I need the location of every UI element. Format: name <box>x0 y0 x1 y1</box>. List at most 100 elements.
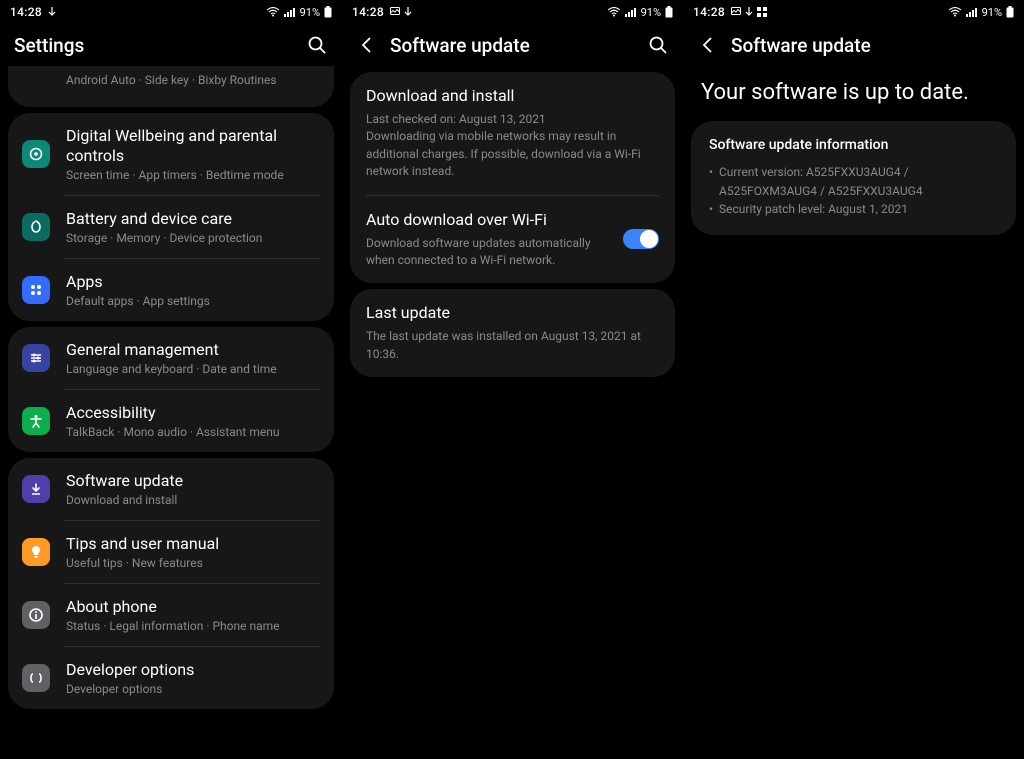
settings-item[interactable]: About phone Status · Legal information · … <box>8 584 334 646</box>
row-title: Tips and user manual <box>66 534 320 554</box>
settings-item[interactable]: Accessibility TalkBack · Mono audio · Ass… <box>8 390 334 452</box>
status-time: 14:28 <box>352 5 384 19</box>
item-title: Auto download over Wi-Fi <box>366 210 611 229</box>
page-title: Settings <box>14 34 84 57</box>
status-notif-icons <box>731 7 767 17</box>
settings-item[interactable]: Digital Wellbeing and parental controls S… <box>8 113 334 195</box>
status-right: 91% <box>607 6 673 19</box>
about-icon <box>22 601 50 629</box>
status-time: 14:28 <box>693 5 725 19</box>
title-bar: Software update <box>342 24 683 66</box>
info-bullet: Security patch level: August 1, 2021 <box>709 200 998 219</box>
software-update-screen: 14:28 91% Software update Download and i… <box>342 0 683 759</box>
chevron-left-icon <box>358 36 376 54</box>
search-icon <box>307 35 327 55</box>
status-battery: 91% <box>641 6 661 19</box>
signal-icon <box>966 7 978 17</box>
status-battery: 91% <box>982 6 1002 19</box>
settings-screen: 14:28 91% Settings Android Auto · Side k… <box>0 0 342 759</box>
last-update-item[interactable]: Last update The last update was installe… <box>350 289 675 377</box>
info-title: Software update information <box>709 137 998 153</box>
item-title: Download and install <box>366 86 659 105</box>
status-bar: 14:28 91% <box>342 0 683 24</box>
settings-card-group: Digital Wellbeing and parental controls S… <box>8 113 334 321</box>
page-title: Software update <box>390 34 530 57</box>
wellbeing-icon <box>22 140 50 168</box>
wifi-icon <box>948 7 962 17</box>
settings-item-advanced[interactable]: Android Auto · Side key · Bixby Routines <box>8 66 334 107</box>
row-title: Software update <box>66 471 320 491</box>
row-sub: Language and keyboard · Date and time <box>66 362 320 376</box>
item-sub: Download software updates automatically … <box>366 235 611 270</box>
back-button[interactable] <box>697 34 719 56</box>
general-icon <box>22 344 50 372</box>
auto-download-item[interactable]: Auto download over Wi-Fi Download softwa… <box>350 196 675 284</box>
settings-item[interactable]: General management Language and keyboard … <box>8 327 334 389</box>
up-to-date-heading: Your software is up to date. <box>683 66 1024 115</box>
status-battery: 91% <box>300 6 320 19</box>
row-sub: Status · Legal information · Phone name <box>66 619 320 633</box>
dev-icon <box>22 664 50 692</box>
update-options-card: Download and install Last checked on: Au… <box>350 72 675 283</box>
download-install-item[interactable]: Download and install Last checked on: Au… <box>350 72 675 195</box>
signal-icon <box>625 7 637 17</box>
search-button[interactable] <box>647 34 669 56</box>
row-title: Battery and device care <box>66 209 320 229</box>
auto-download-toggle[interactable] <box>623 229 659 249</box>
item-sub: Last checked on: August 13, 2021 Downloa… <box>366 111 659 181</box>
page-title: Software update <box>731 34 871 57</box>
status-bar: 14:28 91% <box>683 0 1024 24</box>
row-sub: Android Auto · Side key · Bixby Routines <box>66 73 320 87</box>
search-icon <box>648 35 668 55</box>
settings-card-group: Software update Download and install Tips … <box>8 458 334 709</box>
row-sub: Useful tips · New features <box>66 556 320 570</box>
wifi-icon <box>266 7 280 17</box>
settings-card-group: General management Language and keyboard … <box>8 327 334 452</box>
row-sub: Default apps · App settings <box>66 294 320 308</box>
wifi-icon <box>607 7 621 17</box>
settings-item[interactable]: Tips and user manual Useful tips · New fe… <box>8 521 334 583</box>
battery-icon <box>665 6 673 18</box>
update-icon <box>22 475 50 503</box>
item-sub: The last update was installed on August … <box>366 328 659 363</box>
last-update-card: Last update The last update was installe… <box>350 289 675 377</box>
settings-item[interactable]: Developer options Developer options <box>8 647 334 709</box>
battery-icon <box>22 213 50 241</box>
status-time: 14:28 <box>10 5 42 19</box>
chevron-left-icon <box>699 36 717 54</box>
row-title: Accessibility <box>66 403 320 423</box>
status-notif-icons <box>48 7 56 17</box>
row-title: Apps <box>66 272 320 292</box>
battery-icon <box>324 6 332 18</box>
item-title: Last update <box>366 303 659 322</box>
title-bar: Software update <box>683 24 1024 66</box>
row-title: Digital Wellbeing and parental controls <box>66 126 320 166</box>
status-notif-icons <box>390 7 412 17</box>
row-sub: Screen time · App timers · Bedtime mode <box>66 168 320 182</box>
settings-item[interactable]: Apps Default apps · App settings <box>8 259 334 321</box>
apps-icon <box>22 276 50 304</box>
row-sub: Developer options <box>66 682 320 696</box>
row-title: About phone <box>66 597 320 617</box>
row-sub: TalkBack · Mono audio · Assistant menu <box>66 425 320 439</box>
status-right: 91% <box>266 6 332 19</box>
settings-item[interactable]: Software update Download and install <box>8 458 334 520</box>
settings-item[interactable]: Battery and device care Storage · Memory … <box>8 196 334 258</box>
accessibility-icon <box>22 407 50 435</box>
settings-card-advanced: Android Auto · Side key · Bixby Routines <box>8 66 334 107</box>
row-title: General management <box>66 340 320 360</box>
back-button[interactable] <box>356 34 378 56</box>
settings-title-bar: Settings <box>0 24 342 66</box>
search-button[interactable] <box>306 34 328 56</box>
status-right: 91% <box>948 6 1014 19</box>
update-info-card: Software update information Current vers… <box>691 121 1016 235</box>
up-to-date-screen: 14:28 91% Software update Your software … <box>683 0 1024 759</box>
info-bullets: Current version: A525FXXU3AUG4 / A525FOX… <box>709 163 998 219</box>
battery-icon <box>1006 6 1014 18</box>
signal-icon <box>284 7 296 17</box>
info-bullet: Current version: A525FXXU3AUG4 / A525FOX… <box>709 163 998 200</box>
row-sub: Storage · Memory · Device protection <box>66 231 320 245</box>
status-bar: 14:28 91% <box>0 0 342 24</box>
row-sub: Download and install <box>66 493 320 507</box>
row-title: Developer options <box>66 660 320 680</box>
